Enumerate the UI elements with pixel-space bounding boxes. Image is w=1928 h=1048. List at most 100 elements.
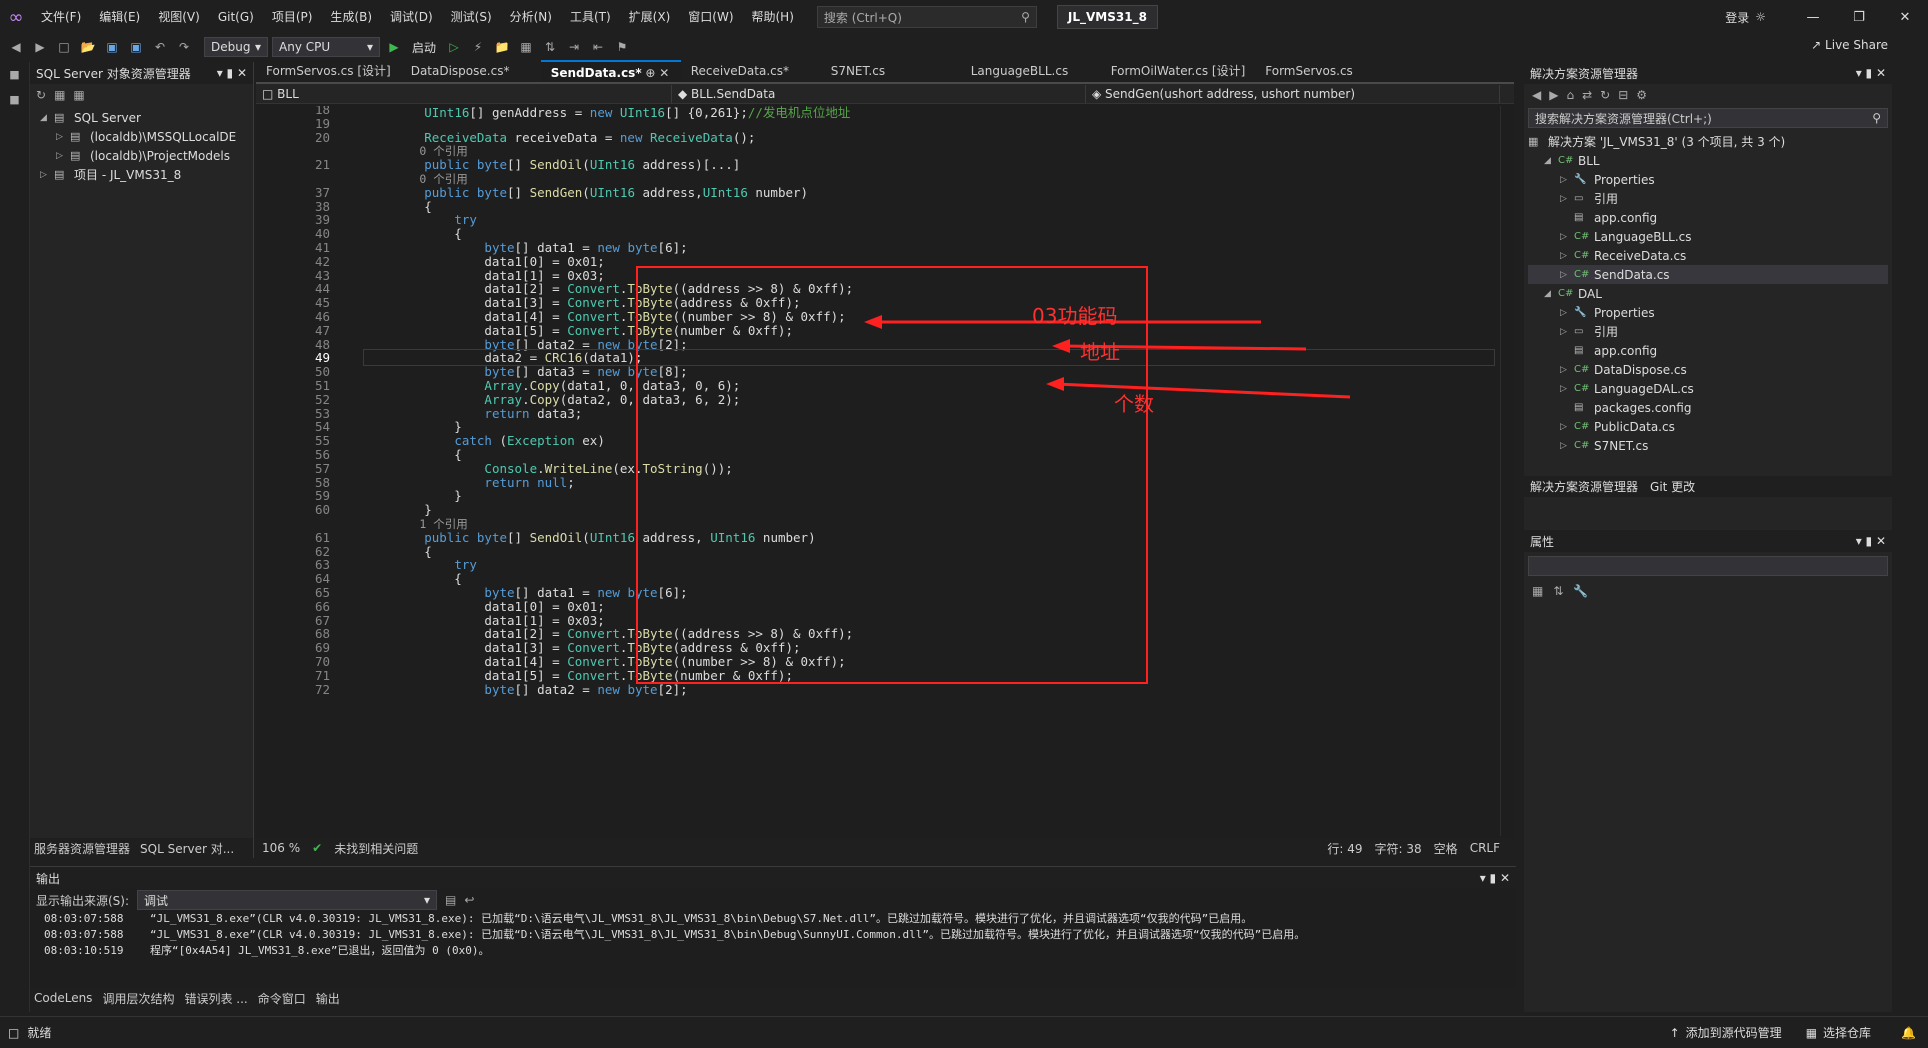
code-line[interactable]: public byte[] SendOil(UInt16 address)[..…	[364, 157, 740, 172]
indent-icon[interactable]: ⇥	[564, 37, 584, 57]
menu-item[interactable]: Git(G)	[209, 0, 263, 34]
code-line[interactable]: data1[0] = 0x01;	[364, 254, 604, 269]
expand-arrow-icon[interactable]: ▷	[56, 151, 70, 161]
notification-icon[interactable]: 🔔	[1901, 1026, 1916, 1040]
space-info[interactable]: 空格	[1434, 840, 1458, 857]
categorized-icon[interactable]: ▦	[1532, 584, 1543, 598]
config-select[interactable]: Debug ▾	[204, 37, 268, 57]
start-without-debug-icon[interactable]: ▷	[444, 37, 464, 57]
code-line[interactable]: return data3;	[364, 406, 582, 421]
wrench-icon[interactable]: 🔧	[1573, 584, 1588, 598]
output-source-select[interactable]: 调试 ▾	[137, 890, 438, 910]
menu-item[interactable]: 文件(F)	[32, 0, 90, 34]
vertical-scrollbar[interactable]	[1500, 106, 1514, 836]
clear-icon[interactable]: ▤	[445, 893, 456, 907]
code-line[interactable]: data1[0] = 0x01;	[364, 599, 604, 614]
solution-root[interactable]: ▦ 解决方案 'JL_VMS31_8' (3 个项目, 共 3 个)	[1528, 132, 1888, 151]
code-line[interactable]: data1[3] = Convert.ToByte(address & 0xff…	[364, 640, 800, 655]
code-area[interactable]: 18 UInt16[] genAddress = new UInt16[] {0…	[256, 106, 1500, 836]
expand-arrow-icon[interactable]: ▷	[1560, 365, 1574, 375]
editor-tab[interactable]: FormServos.cs [设计]	[256, 60, 401, 82]
expand-arrow-icon[interactable]: ▷	[1560, 175, 1574, 185]
expand-arrow-icon[interactable]: ▷	[1560, 194, 1574, 204]
solution-tree-node[interactable]: ▷ 🔧 Properties	[1528, 303, 1888, 322]
menu-item[interactable]: 测试(S)	[442, 0, 501, 34]
search-box[interactable]: 搜索 (Ctrl+Q) ⚲	[816, 6, 1037, 28]
code-line[interactable]: data1[1] = 0x03;	[364, 613, 604, 628]
tab-close-icon[interactable]: ⊕ ✕	[642, 66, 669, 80]
solution-search[interactable]: 搜索解决方案资源管理器(Ctrl+;) ⚲	[1528, 108, 1888, 128]
restore-icon[interactable]: ❐	[1836, 10, 1882, 25]
back-icon[interactable]: ◀	[1532, 88, 1541, 102]
close-icon[interactable]: ✕	[1882, 10, 1928, 25]
toolbox-tab[interactable]: ■	[0, 62, 29, 87]
editor-tab[interactable]: SendData.cs* ⊕ ✕	[540, 60, 681, 82]
hot-reload-icon[interactable]: ⚡	[468, 37, 488, 57]
sql-tree-node[interactable]: ▷ ▤ 项目 - JL_VMS31_8	[34, 165, 249, 184]
code-line[interactable]: }	[364, 419, 462, 434]
code-line[interactable]: byte[] data2 = new byte[2];	[364, 337, 687, 352]
code-line[interactable]: byte[] data2 = new byte[2];	[364, 682, 687, 697]
output-bottom-tab[interactable]: 输出	[316, 990, 340, 1007]
collapse-all-icon[interactable]: ⊟	[1618, 88, 1628, 102]
menu-item[interactable]: 编辑(E)	[90, 0, 149, 34]
code-line[interactable]: catch (Exception ex)	[364, 433, 605, 448]
bookmark-icon[interactable]: ⚑	[612, 37, 632, 57]
code-line[interactable]: ReceiveData receiveData = new ReceiveDat…	[364, 130, 755, 145]
code-line[interactable]: UInt16[] genAddress = new UInt16[] {0,26…	[364, 106, 850, 121]
editor-tab[interactable]: S7NET.cs	[821, 60, 961, 82]
wrap-icon[interactable]: ↩	[464, 893, 474, 907]
properties-icon[interactable]: ⚙	[1636, 88, 1647, 102]
editor-tab[interactable]: FormOilWater.cs [设计]	[1101, 60, 1256, 82]
data-source-tab[interactable]: ■	[0, 87, 29, 112]
code-line[interactable]: return null;	[364, 475, 574, 490]
menu-item[interactable]: 窗口(W)	[679, 0, 742, 34]
home-icon[interactable]: ⌂	[1566, 88, 1574, 102]
sql-bottom-tab[interactable]: 服务器资源管理器	[34, 840, 130, 857]
code-line[interactable]: data1[5] = Convert.ToByte(number & 0xff)…	[364, 668, 793, 683]
menu-item[interactable]: 视图(V)	[149, 0, 209, 34]
code-line[interactable]: data1[3] = Convert.ToByte(address & 0xff…	[364, 295, 800, 310]
expand-arrow-icon[interactable]: ▷	[1560, 251, 1574, 261]
code-line[interactable]: data1[1] = 0x03;	[364, 268, 604, 283]
expand-arrow-icon[interactable]: ◢	[40, 113, 54, 123]
solution-bottom-tab[interactable]: Git 更改	[1650, 478, 1695, 495]
editor-tab[interactable]: ReceiveData.cs*	[681, 60, 821, 82]
solution-tree-node[interactable]: ▷ C# PublicData.cs	[1528, 417, 1888, 436]
new-project-icon[interactable]: □	[54, 37, 74, 57]
output-bottom-tab[interactable]: 调用层次结构	[102, 990, 174, 1007]
editor-tab[interactable]: LanguageBLL.cs	[961, 60, 1101, 82]
solution-tree-node[interactable]: ▷ C# DataDispose.cs	[1528, 360, 1888, 379]
expand-arrow-icon[interactable]: ◢	[1544, 289, 1558, 299]
solution-bottom-tab[interactable]: 解决方案资源管理器	[1530, 478, 1638, 495]
nav-member-select[interactable]: ◈ SendGen(ushort address, ushort number)	[1086, 84, 1500, 103]
sql-tree-node[interactable]: ▷ ▤ (localdb)\ProjectModels	[34, 146, 249, 165]
expand-arrow-icon[interactable]: ▷	[40, 170, 54, 180]
code-line[interactable]: data1[5] = Convert.ToByte(number & 0xff)…	[364, 323, 793, 338]
expand-arrow-icon[interactable]: ▷	[1560, 384, 1574, 394]
code-line[interactable]: Array.Copy(data2, 0, data3, 6, 2);	[364, 392, 740, 407]
code-line[interactable]: byte[] data1 = new byte[6];	[364, 585, 687, 600]
code-line[interactable]: {	[364, 447, 462, 462]
code-line[interactable]: try	[364, 212, 477, 227]
code-line[interactable]: data1[4] = Convert.ToByte((number >> 8) …	[364, 654, 845, 669]
code-line[interactable]: public byte[] SendOil(UInt16 address, UI…	[364, 530, 815, 545]
code-line[interactable]: data1[4] = Convert.ToByte((number >> 8) …	[364, 309, 845, 324]
solution-tree-node[interactable]: ▤ app.config	[1528, 341, 1888, 360]
solution-tree-node[interactable]: ▷ 🔧 Properties	[1528, 170, 1888, 189]
properties-object-select[interactable]	[1528, 556, 1888, 576]
back-icon[interactable]: ◀	[6, 37, 26, 57]
alphabetical-icon[interactable]: ⇅	[1553, 584, 1563, 598]
expand-arrow-icon[interactable]: ◢	[1544, 156, 1558, 166]
solution-tree-node[interactable]: ▷ C# LanguageDAL.cs	[1528, 379, 1888, 398]
code-line[interactable]: byte[] data1 = new byte[6];	[364, 240, 687, 255]
platform-select[interactable]: Any CPU ▾	[272, 37, 380, 57]
solution-tree-node[interactable]: ▤ app.config	[1528, 208, 1888, 227]
output-bottom-tab[interactable]: CodeLens	[34, 991, 92, 1005]
account-icon[interactable]: ☼	[1755, 10, 1766, 24]
repo-button[interactable]: 选择仓库	[1823, 1024, 1871, 1041]
refresh-icon[interactable]: ↻	[36, 88, 46, 102]
menu-item[interactable]: 工具(T)	[561, 0, 620, 34]
menu-item[interactable]: 调试(D)	[381, 0, 442, 34]
code-line[interactable]: data2 = CRC16(data1);	[363, 349, 1495, 367]
